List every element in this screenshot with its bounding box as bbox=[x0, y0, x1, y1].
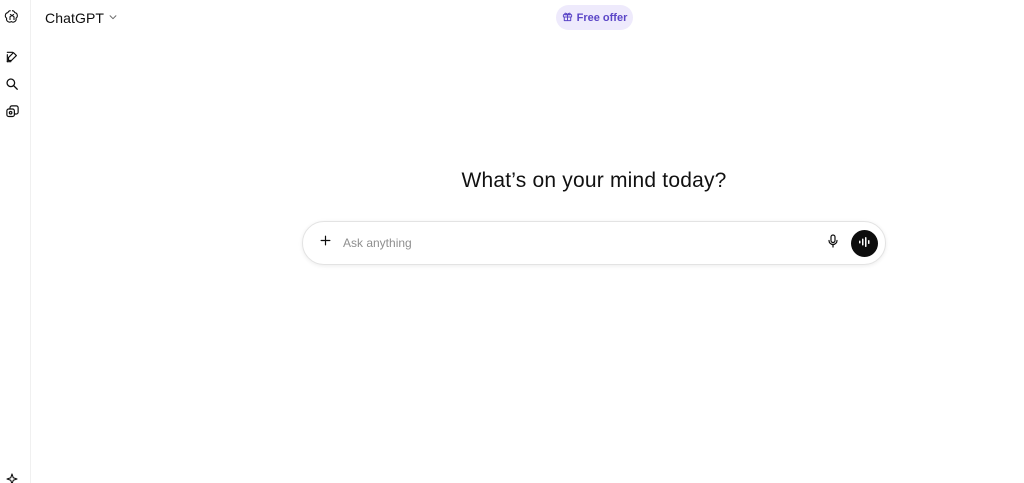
library-icon[interactable] bbox=[3, 102, 21, 120]
composer bbox=[302, 221, 886, 265]
free-offer-button[interactable]: Free offer bbox=[556, 5, 633, 30]
gift-icon bbox=[562, 9, 573, 27]
microphone-icon bbox=[827, 233, 839, 253]
page-title: What’s on your mind today? bbox=[461, 169, 727, 192]
model-name: ChatGPT bbox=[45, 10, 105, 26]
free-offer-label: Free offer bbox=[576, 11, 628, 24]
openai-logo-icon[interactable] bbox=[3, 8, 21, 26]
plus-icon bbox=[319, 234, 332, 252]
prompt-input[interactable] bbox=[343, 232, 803, 254]
waveform-icon bbox=[858, 235, 871, 253]
dictate-button[interactable] bbox=[825, 233, 841, 253]
model-switcher[interactable]: ChatGPT bbox=[45, 9, 118, 27]
sparkle-icon[interactable] bbox=[3, 470, 21, 483]
new-chat-icon[interactable] bbox=[3, 48, 21, 66]
voice-mode-button[interactable] bbox=[851, 230, 878, 257]
add-attachment-button[interactable] bbox=[316, 234, 334, 252]
search-icon[interactable] bbox=[3, 75, 21, 93]
chevron-down-icon bbox=[108, 9, 118, 27]
chatgpt-app: ChatGPT Free offer What’s on your mind t… bbox=[0, 0, 1024, 483]
sidebar-rail bbox=[0, 0, 31, 483]
